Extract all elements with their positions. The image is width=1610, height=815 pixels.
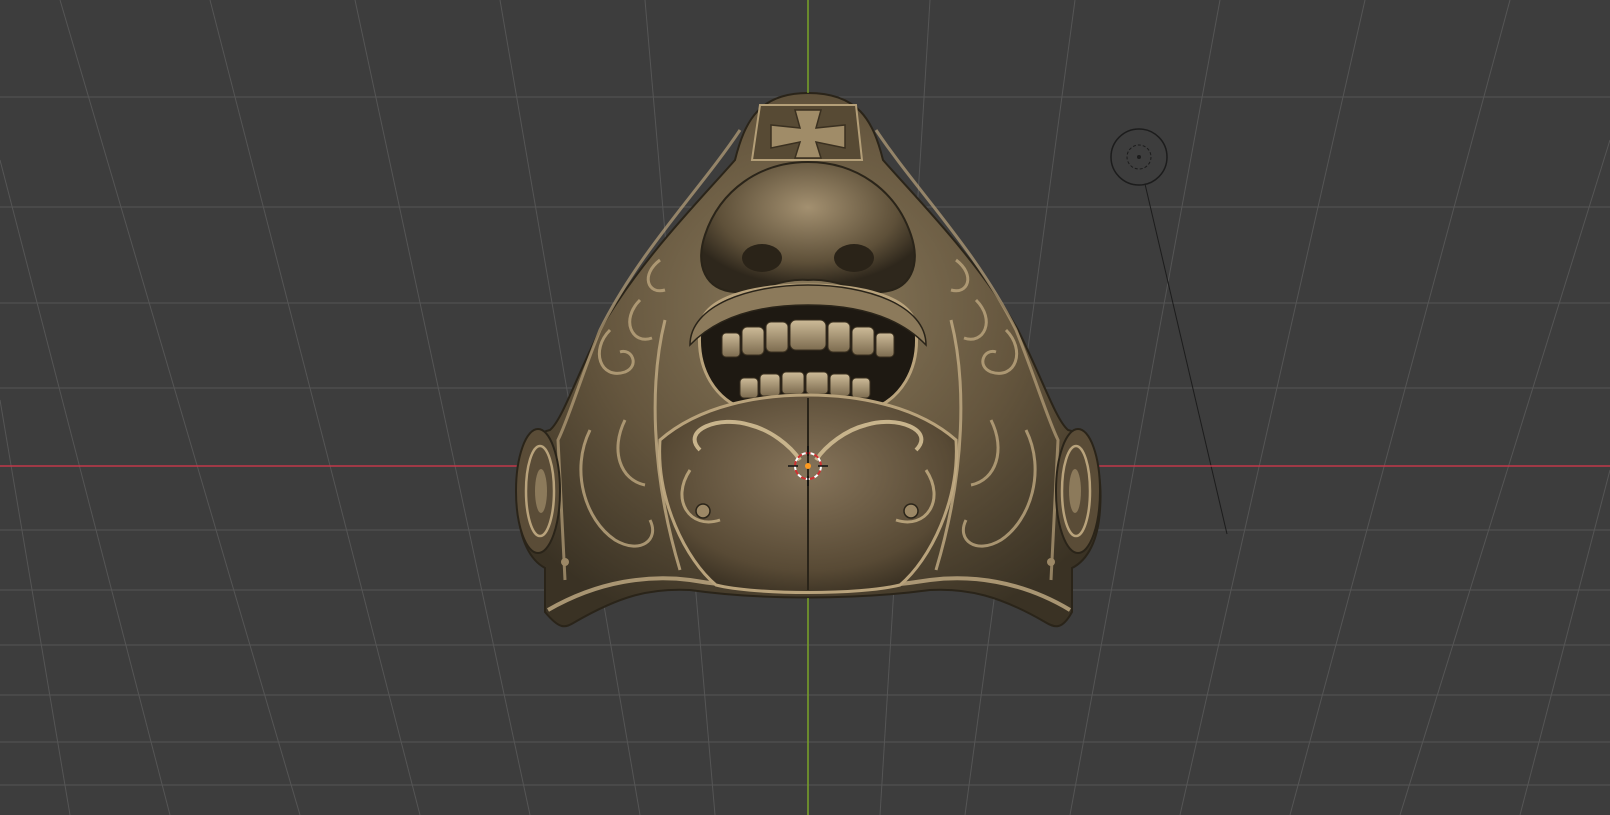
cross-emblem [750,104,864,161]
right-side-disc [1055,428,1101,554]
light-icon[interactable] [1110,128,1228,535]
object-origin [805,463,811,469]
3d-viewport[interactable] [0,0,1610,815]
mask-object[interactable] [515,91,1102,628]
left-side-disc [515,428,561,554]
viewport-canvas[interactable] [0,0,1610,815]
